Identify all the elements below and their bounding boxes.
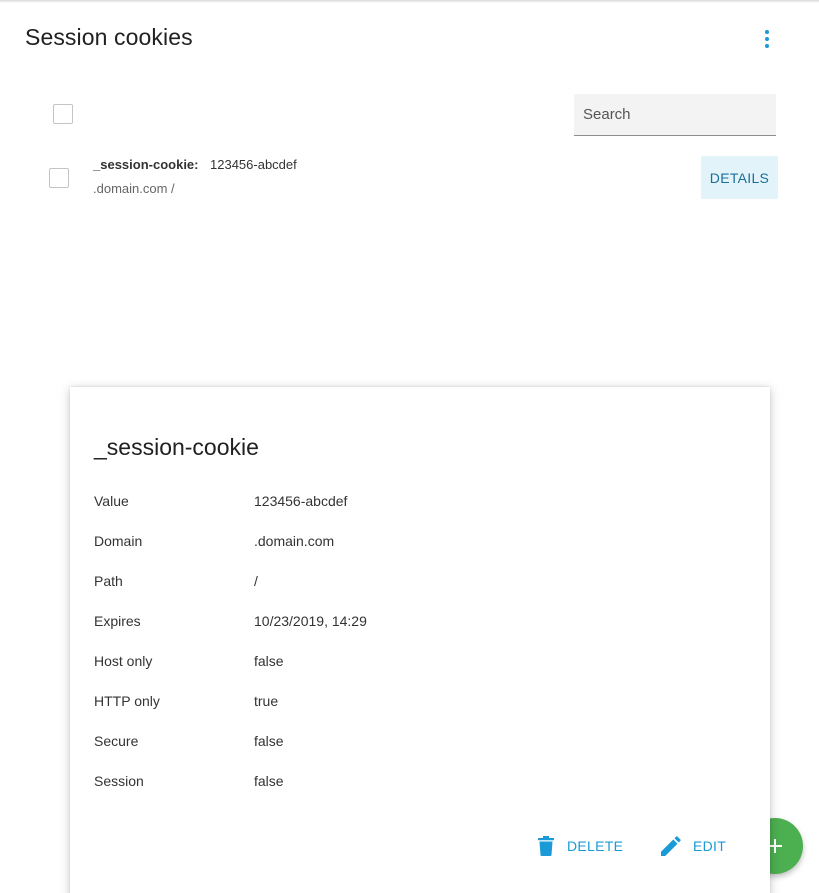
- details-button[interactable]: DETAILS: [701, 156, 778, 199]
- property-row-secure: Secure false: [94, 733, 734, 773]
- cookie-manager-page: Session cookies _session-cookie: 123456-…: [0, 0, 819, 893]
- more-vert-icon[interactable]: [754, 28, 780, 50]
- top-edge-shadow: [0, 0, 819, 3]
- property-value: false: [254, 653, 284, 669]
- property-label: Secure: [94, 733, 139, 749]
- search-input[interactable]: [574, 94, 776, 136]
- property-row-domain: Domain .domain.com: [94, 533, 734, 573]
- property-row-value: Value 123456-abcdef: [94, 493, 734, 533]
- property-value: 10/23/2019, 14:29: [254, 613, 367, 629]
- select-all-checkbox[interactable]: [53, 104, 73, 124]
- property-value: .domain.com: [254, 533, 335, 549]
- property-row-session: Session false: [94, 773, 734, 813]
- menu-dot: [765, 44, 769, 48]
- property-label: Expires: [94, 613, 141, 629]
- cookie-name: _session-cookie:: [93, 157, 199, 172]
- property-row-http-only: HTTP only true: [94, 693, 734, 733]
- cookie-domain-path: .domain.com /: [93, 181, 175, 196]
- cookie-details-dialog: _session-cookie Value 123456-abcdef Doma…: [70, 387, 770, 893]
- edit-label: EDIT: [693, 838, 727, 854]
- property-row-path: Path /: [94, 573, 734, 613]
- property-label: HTTP only: [94, 693, 160, 709]
- property-value: 123456-abcdef: [254, 493, 348, 509]
- property-label: Domain: [94, 533, 143, 549]
- delete-button[interactable]: DELETE: [537, 824, 623, 868]
- property-list: Value 123456-abcdef Domain .domain.com P…: [94, 493, 734, 813]
- property-row-expires: Expires 10/23/2019, 14:29: [94, 613, 734, 653]
- property-row-host-only: Host only false: [94, 653, 734, 693]
- cookie-value: 123456-abcdef: [210, 157, 297, 172]
- property-label: Path: [94, 573, 123, 589]
- cookie-row-checkbox[interactable]: [49, 168, 69, 188]
- dialog-title: _session-cookie: [94, 434, 259, 460]
- page-title: Session cookies: [25, 24, 193, 50]
- property-label: Session: [94, 773, 144, 789]
- plus-icon-stroke: [774, 839, 776, 853]
- menu-dot: [765, 37, 769, 41]
- property-value: true: [254, 693, 279, 709]
- menu-dot: [765, 30, 769, 34]
- delete-label: DELETE: [567, 838, 624, 854]
- property-label: Host only: [94, 653, 153, 669]
- property-value: /: [254, 573, 258, 589]
- dialog-actions: DELETE EDIT: [70, 824, 770, 868]
- trash-icon: [538, 836, 554, 856]
- property-value: false: [254, 773, 284, 789]
- pencil-icon: [661, 836, 681, 856]
- property-label: Value: [94, 493, 129, 509]
- property-value: false: [254, 733, 284, 749]
- edit-button[interactable]: EDIT: [661, 824, 726, 868]
